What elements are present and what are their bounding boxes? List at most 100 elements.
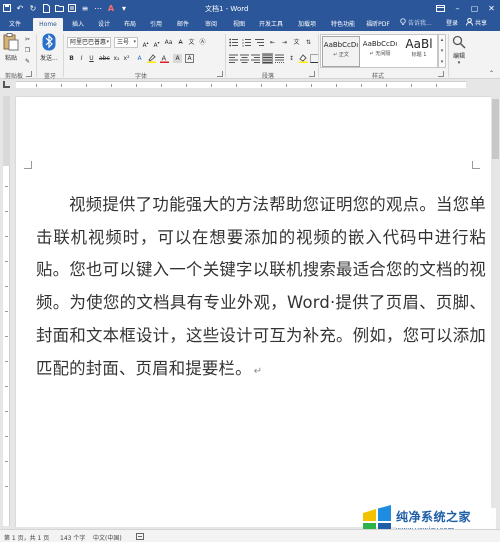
copy-icon[interactable]: ❐ xyxy=(23,46,32,55)
watermark-title: 纯净系统之家 xyxy=(396,510,472,524)
font-color-icon[interactable]: A xyxy=(160,54,169,63)
align-center-icon[interactable] xyxy=(240,54,249,63)
format-list-icon[interactable]: ≡ xyxy=(80,2,90,14)
horizontal-ruler[interactable] xyxy=(0,79,500,89)
tab-foxit-pdf[interactable]: 福昕PDF xyxy=(362,18,394,31)
tab-addins[interactable]: 加载项 xyxy=(293,18,321,31)
tab-design[interactable]: 设计 xyxy=(93,18,115,31)
new-document-icon[interactable] xyxy=(41,2,51,14)
language-status[interactable]: 中文(中国) xyxy=(93,533,122,542)
strikethrough-icon[interactable]: abc xyxy=(99,54,110,63)
paste-button[interactable]: 粘贴 xyxy=(3,33,19,62)
align-left-icon[interactable] xyxy=(229,54,238,63)
close-icon[interactable]: ✕ xyxy=(483,0,500,16)
justify-icon[interactable] xyxy=(262,53,273,64)
tab-view[interactable]: 视图 xyxy=(227,18,251,31)
grow-font-icon[interactable]: A▴ xyxy=(141,38,150,49)
bold-icon[interactable]: B xyxy=(67,54,76,63)
distributed-icon[interactable] xyxy=(275,54,284,63)
chinese-layout-icon[interactable]: 文 xyxy=(292,38,301,47)
line-spacing-icon[interactable]: ↕ xyxy=(287,54,296,63)
font-launcher-icon[interactable] xyxy=(217,71,223,77)
phonetic-guide-icon[interactable]: 文 xyxy=(187,38,196,47)
increase-indent-icon[interactable]: ⇥ xyxy=(280,38,289,47)
body-paragraph[interactable]: 视频提供了功能强大的方法帮助您证明您的观点。当您单击联机视频时，可以在想要添加的… xyxy=(36,189,486,388)
ruler-tick xyxy=(436,84,437,87)
subscript-icon[interactable]: x₂ xyxy=(112,54,121,63)
minimize-icon[interactable]: – xyxy=(449,0,466,16)
bullets-icon[interactable] xyxy=(229,38,238,47)
tab-layout[interactable]: 布局 xyxy=(119,18,141,31)
format-painter-icon[interactable]: ✎ xyxy=(23,57,32,66)
vertical-ruler[interactable] xyxy=(3,96,10,526)
styles-launcher-icon[interactable] xyxy=(438,71,444,77)
decrease-indent-icon[interactable]: ⇤ xyxy=(268,38,277,47)
ruler-tick xyxy=(61,84,62,87)
editing-button[interactable]: 编辑 ▾ xyxy=(452,35,466,66)
styles-gallery-scroll[interactable]: ▴ ▾ ▾ xyxy=(438,34,446,68)
style-heading-1[interactable]: AaBl 标题 1 xyxy=(400,36,438,67)
change-case-icon[interactable]: Aa xyxy=(164,38,173,47)
customize-qat-icon[interactable]: ▾ xyxy=(119,2,129,14)
open-folder-icon[interactable] xyxy=(54,2,64,14)
tell-me-box[interactable]: 告诉我... xyxy=(400,17,432,30)
tab-home[interactable]: Home xyxy=(33,18,63,31)
character-border-icon[interactable]: A xyxy=(185,54,194,63)
text-effects-icon[interactable]: A xyxy=(135,54,144,63)
multilevel-list-icon[interactable] xyxy=(255,38,264,47)
maximize-icon[interactable]: ▢ xyxy=(466,0,483,16)
tab-file[interactable]: 文件 xyxy=(2,18,28,31)
font-color-icon[interactable]: A xyxy=(106,2,116,14)
style-no-spacing[interactable]: AaBbCcDı ↵ 无间隔 xyxy=(361,36,399,67)
shrink-font-icon[interactable]: A▾ xyxy=(152,38,161,49)
ribbon-options-icon[interactable] xyxy=(432,0,449,16)
character-shading-icon[interactable]: A xyxy=(173,54,182,63)
underline-icon[interactable]: U xyxy=(87,54,96,63)
sign-in-link[interactable]: 登录 xyxy=(446,18,458,30)
align-right-icon[interactable] xyxy=(251,54,260,63)
page-count[interactable]: 第 1 页，共 1 页 xyxy=(4,533,49,542)
enclose-characters-icon[interactable]: Ⓐ xyxy=(198,38,207,47)
paragraph-launcher-icon[interactable] xyxy=(309,71,315,77)
tab-selector-icon[interactable] xyxy=(3,81,10,88)
sort-icon[interactable]: ⇅ xyxy=(304,38,313,47)
tab-mailings[interactable]: 邮件 xyxy=(171,18,195,31)
share-button[interactable]: 共享 xyxy=(466,17,487,30)
shading-icon[interactable] xyxy=(299,54,308,63)
clear-formatting-icon[interactable]: A̶ xyxy=(176,38,185,47)
redo-icon[interactable]: ↻ xyxy=(28,2,38,14)
tab-review[interactable]: 审阅 xyxy=(199,18,223,31)
scrollbar-thumb[interactable] xyxy=(492,99,499,159)
superscript-icon[interactable]: x² xyxy=(122,54,131,63)
document-canvas[interactable]: 视频提供了功能强大的方法帮助您证明您的观点。当您单击联机视频时，可以在想要添加的… xyxy=(12,89,500,527)
style-name: ↵ 正文 xyxy=(333,52,349,58)
more-commands-icon[interactable]: ⋯ xyxy=(93,2,103,14)
ruler-tick xyxy=(5,261,8,262)
word-count[interactable]: 143 个字 xyxy=(60,533,85,542)
chevron-down-icon: ▾ xyxy=(106,39,109,45)
font-size-combo[interactable]: 三号 ▾ xyxy=(114,37,138,48)
tab-insert[interactable]: 插入 xyxy=(67,18,89,31)
print-preview-icon[interactable] xyxy=(67,2,77,14)
italic-icon[interactable]: I xyxy=(77,54,86,63)
bluetooth-send-button[interactable]: 发送... xyxy=(40,33,58,62)
macro-record-icon[interactable] xyxy=(136,533,144,542)
clipboard-launcher-icon[interactable] xyxy=(26,71,32,77)
vertical-scrollbar[interactable] xyxy=(491,89,500,527)
ruler-tick xyxy=(5,236,8,237)
undo-icon[interactable]: ↶ xyxy=(15,2,25,14)
highlight-icon[interactable] xyxy=(147,54,156,63)
font-name-combo[interactable]: 阿里巴巴普惠 ▾ xyxy=(67,37,111,48)
ruler-tick xyxy=(411,84,412,87)
ruler-tick xyxy=(5,311,8,312)
tab-featured[interactable]: 特色功能 xyxy=(328,18,358,31)
style-normal[interactable]: AaBbCcDı ↵ 正文 xyxy=(322,36,360,67)
numbering-icon[interactable]: 123 xyxy=(242,38,251,48)
save-icon[interactable] xyxy=(2,2,12,14)
tab-references[interactable]: 引用 xyxy=(145,18,167,31)
collapse-ribbon-icon[interactable]: ⌃ xyxy=(487,69,496,78)
paste-label: 粘贴 xyxy=(4,55,17,62)
tab-developer[interactable]: 开发工具 xyxy=(255,18,287,31)
document-page[interactable]: 视频提供了功能强大的方法帮助您证明您的观点。当您单击联机视频时，可以在想要添加的… xyxy=(16,97,496,527)
cut-icon[interactable]: ✂ xyxy=(23,35,32,44)
